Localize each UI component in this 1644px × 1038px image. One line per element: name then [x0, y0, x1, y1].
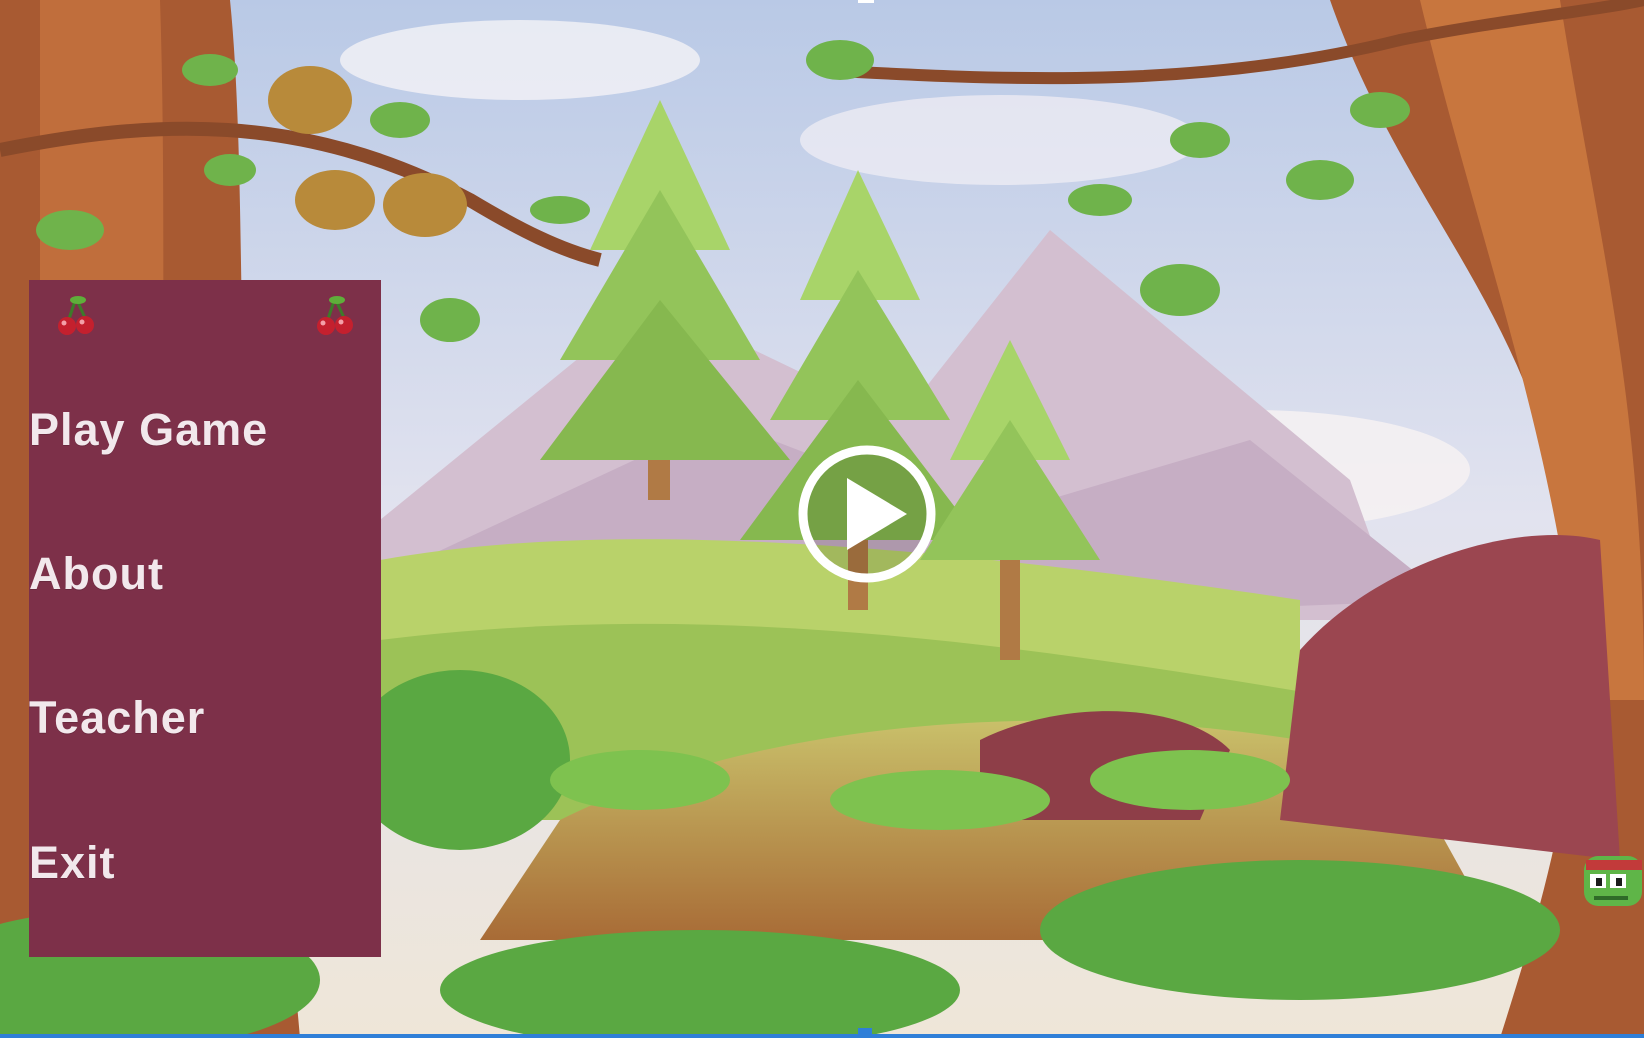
cherry-icon — [317, 296, 353, 335]
play-game-button[interactable]: Play Game — [29, 404, 381, 456]
top-edge-handle — [858, 0, 874, 3]
about-button[interactable]: About — [29, 548, 381, 600]
play-icon[interactable] — [795, 442, 939, 586]
frog-character-icon — [1584, 856, 1642, 906]
bottom-edge-bar — [0, 1034, 1644, 1038]
cherry-icon — [58, 296, 94, 335]
exit-button[interactable]: Exit — [29, 837, 381, 889]
teacher-button[interactable]: Teacher — [29, 692, 381, 744]
bottom-resize-handle[interactable] — [858, 1028, 872, 1038]
main-menu-panel: Play Game About Teacher Exit — [29, 280, 381, 957]
